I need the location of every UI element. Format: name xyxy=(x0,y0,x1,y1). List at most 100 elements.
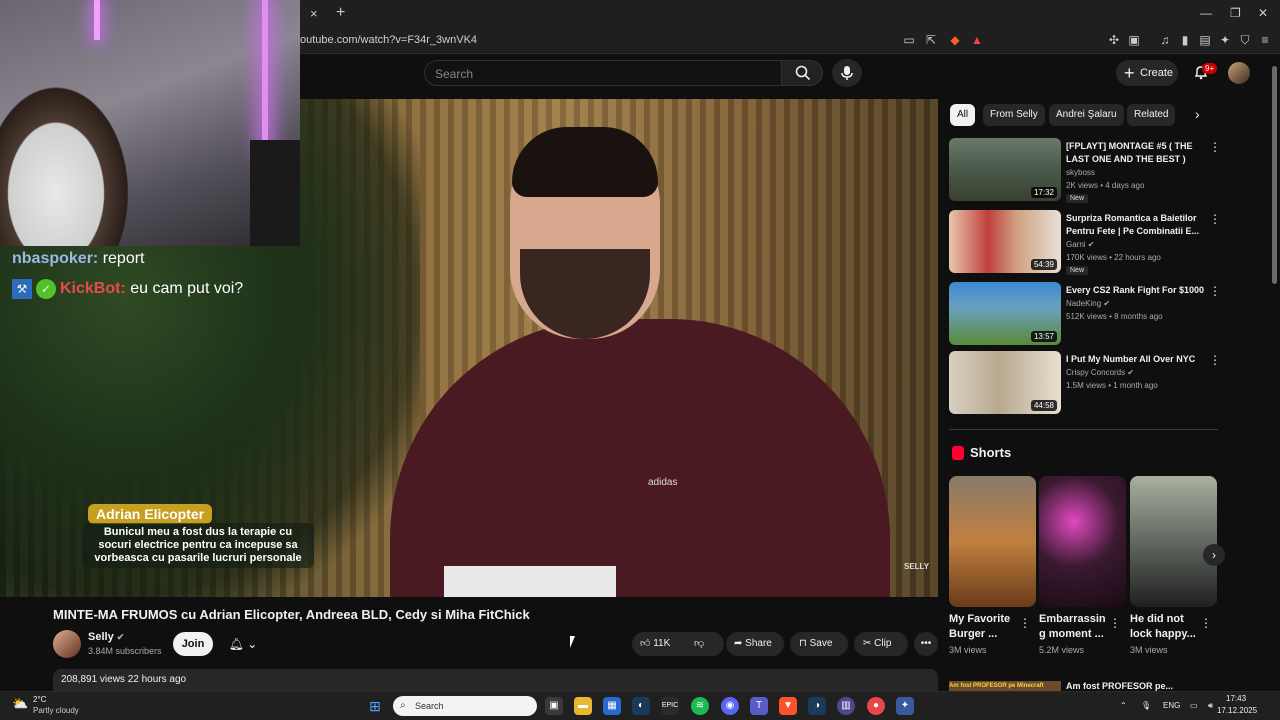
recommendation-title[interactable]: Every CS2 Rank Fight For $1000 xyxy=(1066,284,1206,297)
weather-temperature[interactable]: 2°C xyxy=(33,695,46,704)
scrollbar-thumb[interactable] xyxy=(1272,66,1277,284)
chevron-right-icon[interactable]: › xyxy=(1203,544,1225,566)
channel-name[interactable]: Selly ✔ xyxy=(88,631,124,643)
more-actions-button[interactable]: ••• xyxy=(914,632,938,656)
chip-all[interactable]: All xyxy=(950,104,976,126)
recommendation-title[interactable]: Surpriza Romantica a Baietilor Pentru Fe… xyxy=(1066,212,1206,238)
extensions-icon[interactable]: ✣ xyxy=(1107,33,1121,47)
steam-icon[interactable]: ◐ xyxy=(632,697,650,715)
url-field[interactable]: outube.com/watch?v=F34r_3wnVK4 xyxy=(300,34,477,46)
recommendation-item[interactable]: 44:58 I Put My Number All Over NYC Crisp… xyxy=(949,351,1221,415)
app-icon[interactable]: ▥ xyxy=(837,697,855,715)
weather-icon[interactable]: ⛅ xyxy=(12,696,28,712)
close-window-icon[interactable]: ✕ xyxy=(1258,6,1268,20)
maximize-icon[interactable]: ❐ xyxy=(1230,6,1241,20)
close-tab-icon[interactable]: × xyxy=(310,6,318,21)
search-input[interactable]: Search xyxy=(424,60,782,86)
brave-shields-icon[interactable]: ◆ xyxy=(948,33,962,47)
recommendation-channel[interactable]: skyboss xyxy=(1066,168,1095,177)
app-icon[interactable]: ✦ xyxy=(896,697,914,715)
chevron-up-icon[interactable]: ⌃ xyxy=(1120,701,1127,710)
share-button[interactable]: ➦ Share xyxy=(726,632,784,656)
video-thumbnail[interactable]: 44:58 xyxy=(949,351,1061,414)
discord-icon[interactable]: ◉ xyxy=(721,697,739,715)
network-icon[interactable]: ▭ xyxy=(1190,701,1198,710)
subscription-bell-button[interactable]: 🔔︎ ⌄ xyxy=(220,632,266,656)
short-thumbnail[interactable] xyxy=(949,476,1036,607)
store-icon[interactable]: ▦ xyxy=(603,697,621,715)
recommendation-title[interactable]: Am fost PROFESOR pe... xyxy=(1066,681,1173,691)
account-avatar[interactable] xyxy=(1228,62,1250,84)
taskbar-search[interactable]: ⌕ Search xyxy=(393,696,537,716)
thumbnail-text: Am fost PROFESOR pe Minecraft xyxy=(949,683,1044,689)
clip-button[interactable]: ✂ Clip xyxy=(854,632,908,656)
recommendation-item[interactable]: 17:32 [FPLAYT] MONTAGE #5 ( THE LAST ONE… xyxy=(949,138,1221,203)
chip-from-selly[interactable]: From Selly xyxy=(983,104,1045,126)
recommendation-title[interactable]: I Put My Number All Over NYC xyxy=(1066,353,1206,366)
short-title[interactable]: My Favorite Burger ... xyxy=(949,612,1025,642)
language-indicator[interactable]: ENG xyxy=(1163,701,1180,710)
microphone-icon[interactable]: 🎙︎ xyxy=(1141,701,1151,710)
dislike-button[interactable]: 👎︎ xyxy=(694,632,704,656)
voice-search-button[interactable] xyxy=(832,59,862,87)
duration-badge: 13:57 xyxy=(1030,331,1057,342)
video-thumbnail[interactable]: 54:39 xyxy=(949,210,1061,273)
sidebar-icon[interactable]: ▮ xyxy=(1178,33,1192,47)
recommendation-channel[interactable]: NadeKing ✔ xyxy=(1066,299,1110,308)
vpn-icon[interactable]: ⛉ xyxy=(1238,33,1252,47)
join-button[interactable]: Join xyxy=(173,632,213,656)
description-box[interactable]: 208,891 views 22 hours ago xyxy=(53,669,938,691)
video-thumbnail[interactable]: 17:32 xyxy=(949,138,1061,201)
more-vertical-icon[interactable]: ⋮ xyxy=(1209,212,1221,226)
video-thumbnail[interactable]: Am fost PROFESOR pe Minecraft xyxy=(949,681,1061,691)
clock-time[interactable]: 17:43 xyxy=(1226,694,1246,703)
share-page-icon[interactable]: ⇱ xyxy=(924,33,938,47)
music-icon[interactable]: ♫ xyxy=(1158,33,1172,47)
search-button[interactable] xyxy=(781,60,823,86)
epic-games-icon[interactable]: EPIC xyxy=(661,697,679,715)
recommendation-item[interactable]: 13:57 Every CS2 Rank Fight For $1000 Nad… xyxy=(949,282,1221,346)
brave-rewards-icon[interactable]: ▲ xyxy=(970,33,984,47)
wallet-icon[interactable]: ▤ xyxy=(1198,33,1212,47)
like-button[interactable]: 👍︎ 11K xyxy=(640,632,670,656)
short-title[interactable]: Embarrassin g moment ... xyxy=(1039,612,1115,642)
spotify-icon[interactable]: ≋ xyxy=(691,697,709,715)
more-vertical-icon[interactable]: ⋮ xyxy=(1109,616,1121,630)
recommendation-title[interactable]: [FPLAYT] MONTAGE #5 ( THE LAST ONE AND T… xyxy=(1066,140,1206,166)
new-tab-icon[interactable]: + xyxy=(336,4,345,22)
install-icon[interactable]: ▭ xyxy=(902,33,916,47)
chip-andrei-salaru[interactable]: Andrei Şalaru xyxy=(1049,104,1124,126)
weather-condition[interactable]: Partly cloudy xyxy=(33,706,79,715)
more-vertical-icon[interactable]: ⋮ xyxy=(1209,353,1221,367)
more-vertical-icon[interactable]: ⋮ xyxy=(1209,140,1221,154)
menu-icon[interactable]: ≡ xyxy=(1258,33,1272,47)
channel-avatar[interactable] xyxy=(53,630,81,658)
recommendation-channel[interactable]: Crispy Concords ✔ xyxy=(1066,368,1134,377)
leo-ai-icon[interactable]: ✦ xyxy=(1218,33,1232,47)
short-thumbnail[interactable] xyxy=(1130,476,1217,607)
thumbs-up-icon: 👍︎ xyxy=(640,638,651,649)
chip-related[interactable]: Related xyxy=(1127,104,1176,126)
recommendation-item[interactable]: 54:39 Surpriza Romantica a Baietilor Pen… xyxy=(949,210,1221,275)
minimize-icon[interactable]: — xyxy=(1200,6,1212,20)
teams-icon[interactable]: T xyxy=(750,697,768,715)
recommendation-channel[interactable]: Garni ✔ xyxy=(1066,240,1095,249)
short-thumbnail[interactable] xyxy=(1039,476,1126,607)
windows-start-icon[interactable]: ⊞ xyxy=(366,697,384,715)
create-button[interactable]: + Create xyxy=(1116,60,1178,86)
task-view-icon[interactable]: ▣ xyxy=(545,697,563,715)
file-explorer-icon[interactable]: ▬ xyxy=(574,697,592,715)
more-vertical-icon[interactable]: ⋮ xyxy=(1019,616,1031,630)
volume-icon[interactable]: 🔊︎ xyxy=(1208,701,1213,711)
app-icon[interactable]: ● xyxy=(867,697,885,715)
save-button[interactable]: ⊓ Save xyxy=(790,632,848,656)
brave-icon[interactable]: ▼ xyxy=(779,697,797,715)
chevron-right-icon[interactable]: › xyxy=(1195,106,1200,122)
more-vertical-icon[interactable]: ⋮ xyxy=(1209,284,1221,298)
more-vertical-icon[interactable]: ⋮ xyxy=(1200,616,1212,630)
screenshot-icon[interactable]: ▣ xyxy=(1127,33,1141,47)
short-title[interactable]: He did not lock happy... xyxy=(1130,612,1206,642)
clock-date[interactable]: 17.12.2025 xyxy=(1217,706,1257,715)
steam-icon[interactable]: ◑ xyxy=(808,697,826,715)
video-thumbnail[interactable]: 13:57 xyxy=(949,282,1061,345)
